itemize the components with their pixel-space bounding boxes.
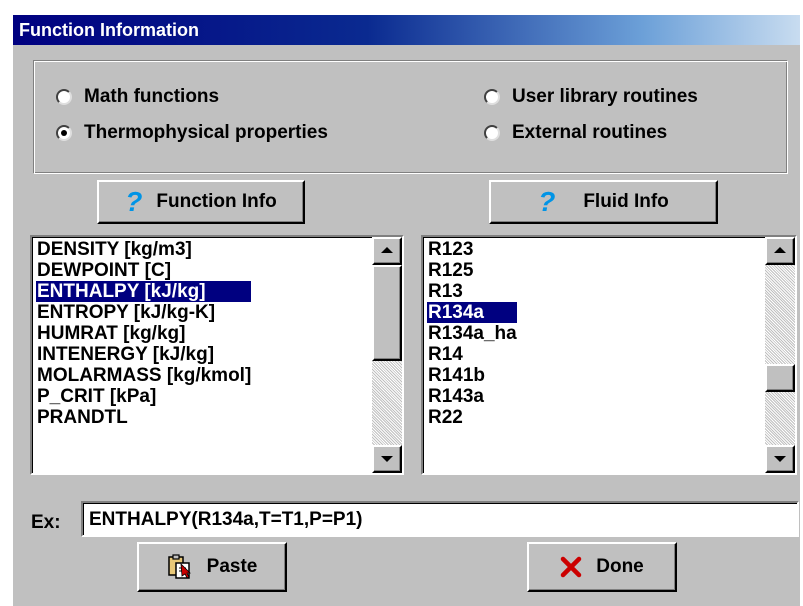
functions-list-item[interactable]: ENTROPY [kJ/kg-K] bbox=[36, 302, 251, 323]
radio-user-library-routines-label: User library routines bbox=[512, 86, 698, 107]
functions-list-item[interactable]: PRANDTL bbox=[36, 407, 251, 428]
x-icon bbox=[560, 556, 582, 578]
functions-list-item[interactable]: HUMRAT [kg/kg] bbox=[36, 323, 251, 344]
radio-user-library-routines[interactable]: User library routines bbox=[484, 86, 698, 108]
radio-thermophysical-properties-label: Thermophysical properties bbox=[84, 122, 328, 143]
functions-scroll-down-button[interactable] bbox=[372, 445, 402, 473]
radio-math-functions[interactable]: Math functions bbox=[56, 86, 219, 108]
fluids-list-item[interactable]: R141b bbox=[427, 365, 517, 386]
fluids-list-item[interactable]: R13 bbox=[427, 281, 517, 302]
fluids-list-item[interactable]: R143a bbox=[427, 386, 517, 407]
functions-list-item[interactable]: DEWPOINT [C] bbox=[36, 260, 251, 281]
title-bar: Function Information bbox=[13, 15, 800, 45]
fluids-scroll-up-button[interactable] bbox=[765, 237, 795, 265]
fluid-info-button[interactable]: ? Fluid Info bbox=[489, 180, 718, 224]
fluid-info-button-label: Fluid Info bbox=[583, 191, 669, 212]
radio-external-routines[interactable]: External routines bbox=[484, 122, 667, 144]
fluids-scroll-down-button[interactable] bbox=[765, 445, 795, 473]
radio-thermophysical-properties-indicator[interactable] bbox=[56, 125, 72, 141]
function-information-dialog: Function Information Math functions Ther… bbox=[13, 15, 800, 606]
functions-list: DENSITY [kg/m3] DEWPOINT [C] ENTHALPY [kJ/… bbox=[36, 239, 252, 428]
functions-list-item[interactable]: P_CRIT [kPa] bbox=[36, 386, 251, 407]
question-mark-icon: ? bbox=[538, 186, 556, 217]
function-type-group: Math functions Thermophysical properties… bbox=[33, 60, 788, 174]
functions-scroll-up-button[interactable] bbox=[372, 237, 402, 265]
fluids-listbox[interactable]: R123 R125 R13 R134a R134a_ha R14 R141b R143a R22 bbox=[421, 235, 797, 475]
function-info-button[interactable]: ? Function Info bbox=[97, 180, 305, 224]
fluids-list-item[interactable]: R123 bbox=[427, 239, 517, 260]
radio-external-routines-label: External routines bbox=[512, 122, 668, 143]
radio-external-routines-indicator[interactable] bbox=[484, 125, 500, 141]
paste-button-label: Paste bbox=[206, 556, 258, 577]
radio-math-functions-indicator[interactable] bbox=[56, 89, 72, 105]
example-label: Ex: bbox=[31, 512, 61, 533]
fluids-list-item[interactable]: R14 bbox=[427, 344, 517, 365]
fluids-list-item[interactable]: R134a bbox=[427, 302, 517, 323]
fluids-list-item[interactable]: R125 bbox=[427, 260, 517, 281]
paste-button[interactable]: Paste bbox=[137, 542, 287, 592]
functions-list-item[interactable]: MOLARMASS [kg/kmol] bbox=[36, 365, 251, 386]
done-button-label: Done bbox=[596, 556, 644, 577]
functions-list-item[interactable]: INTENERGY [kJ/kg] bbox=[36, 344, 251, 365]
radio-user-library-routines-indicator[interactable] bbox=[484, 89, 500, 105]
radio-thermophysical-properties[interactable]: Thermophysical properties bbox=[56, 122, 328, 144]
functions-list-item[interactable]: DENSITY [kg/m3] bbox=[36, 239, 251, 260]
window-title: Function Information bbox=[19, 20, 199, 40]
fluids-list-item[interactable]: R134a_ha bbox=[427, 323, 517, 344]
question-mark-icon: ? bbox=[125, 186, 143, 217]
fluids-scroll-thumb[interactable] bbox=[765, 364, 795, 392]
function-info-button-label: Function Info bbox=[156, 191, 277, 212]
fluids-scrollbar[interactable] bbox=[765, 237, 795, 473]
paste-icon bbox=[167, 554, 193, 580]
functions-scroll-thumb[interactable] bbox=[372, 265, 402, 361]
functions-list-item[interactable]: ENTHALPY [kJ/kg] bbox=[36, 281, 252, 302]
fluids-list-item[interactable]: R22 bbox=[427, 407, 517, 428]
functions-scrollbar[interactable] bbox=[372, 237, 402, 473]
example-field[interactable]: ENTHALPY(R134a,T=T1,P=P1) bbox=[81, 501, 799, 537]
radio-math-functions-label: Math functions bbox=[84, 86, 220, 107]
fluids-list: R123 R125 R13 R134a R134a_ha R14 R141b R143a R22 bbox=[427, 239, 517, 428]
done-button[interactable]: Done bbox=[527, 542, 677, 592]
functions-listbox[interactable]: DENSITY [kg/m3] DEWPOINT [C] ENTHALPY [kJ/… bbox=[30, 235, 404, 475]
